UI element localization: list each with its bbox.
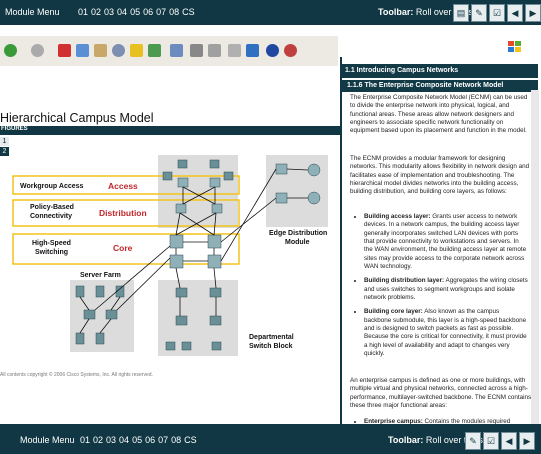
notes-icon[interactable]: ✎ (471, 4, 487, 22)
forward-icon[interactable] (31, 44, 44, 57)
edge-distribution-block (266, 155, 328, 227)
highspeed-label-1: High-Speed (32, 240, 71, 247)
forward-arrow-icon[interactable]: ▶ (519, 432, 535, 450)
layers-list: Building access layer: Grants user acces… (352, 213, 528, 365)
toolbar-label: Toolbar: (388, 435, 424, 445)
workgroup-access-label: Workgroup Access (20, 183, 84, 190)
campus-network-diagram: Workgroup Access Access Policy-Based Con… (12, 155, 328, 356)
forward-arrow-icon[interactable]: ▶ (525, 4, 541, 22)
policy-label-1: Policy-Based (30, 204, 74, 211)
chapter-links: 01 02 03 04 05 06 07 08 CS (78, 7, 198, 17)
glossary-icon[interactable]: ▤ (453, 4, 469, 22)
bullet-term: Building core layer: (364, 308, 423, 316)
edge-distribution-label-1: Edge Distribution (269, 230, 327, 237)
toolbar-icons: ✎ ☑ ◀ ▶ (465, 432, 535, 450)
chapter-link-04[interactable]: 04 (117, 7, 127, 17)
top-nav-bar: Module Menu 01 02 03 04 05 06 07 08 CS Toolbar: … (0, 0, 541, 25)
chapter-link-06[interactable]: 06 (145, 435, 155, 445)
chapter-link-06[interactable]: 06 (143, 7, 153, 17)
section-title: 1.1 Introducing Campus Networks (345, 67, 459, 74)
chapter-links: 01 02 03 04 05 06 07 08 CS (80, 435, 200, 445)
chapter-link-07[interactable]: 07 (158, 435, 168, 445)
server-farm-label: Server Farm (80, 272, 121, 279)
subsection-header: 1.1.6 The Enterprise Composite Network M… (340, 80, 538, 92)
windows-logo-icon (508, 40, 522, 52)
toolbar-icons: ▤ ✎ ☑ ◀ ▶ (453, 4, 541, 22)
bullet-text: Grants user access to network devices. I… (364, 213, 527, 271)
module-menu-link[interactable]: Module Menu (20, 435, 75, 445)
bluetooth-icon[interactable] (266, 44, 279, 57)
paragraph-3: An enterprise campus is defined as one o… (350, 377, 532, 410)
research-icon[interactable] (284, 44, 297, 57)
browser-toolbar (0, 36, 338, 67)
edge-distribution-label-2: Module (285, 239, 310, 246)
departmental-label-1: Departmental (249, 334, 294, 341)
chapter-link-07[interactable]: 07 (156, 7, 166, 17)
bottom-nav-bar: Module Menu 01 02 03 04 05 06 07 08 CS Toolbar: … (0, 424, 541, 454)
search-icon[interactable] (112, 44, 125, 57)
chapter-link-05[interactable]: 05 (132, 435, 142, 445)
chapter-link-02[interactable]: 02 (91, 7, 101, 17)
checklist-icon[interactable]: ☑ (489, 4, 505, 22)
chapter-link-08[interactable]: 08 (169, 7, 179, 17)
subsection-title: 1.1.6 The Enterprise Composite Network M… (347, 82, 504, 89)
list-item: Building access layer: Grants user acces… (364, 213, 528, 271)
chapter-link-01[interactable]: 01 (78, 7, 88, 17)
chapter-link-cs[interactable]: CS (184, 435, 197, 445)
list-item: Building distribution layer: Aggregates … (364, 277, 528, 302)
access-switch-block (158, 155, 238, 228)
chapter-link-05[interactable]: 05 (130, 7, 140, 17)
access-tag: Access (108, 181, 138, 191)
scrollbar[interactable] (531, 90, 539, 424)
paragraph-2: The ECNM provides a modular framework fo… (350, 155, 530, 196)
bullet-term: Building access layer: (364, 213, 431, 220)
chapter-link-cs[interactable]: CS (182, 7, 195, 17)
highspeed-label-2: Switching (35, 249, 68, 256)
paragraph-1: The Enterprise Composite Network Model (… (350, 94, 528, 135)
departmental-label-2: Switch Block (249, 343, 293, 350)
figure-title: Hierarchical Campus Model (0, 111, 154, 125)
history-icon[interactable] (148, 44, 161, 57)
list-item: Building core layer: Also known as the c… (364, 308, 528, 358)
bullet-term: Building distribution layer: (364, 277, 445, 285)
section-header: 1.1 Introducing Campus Networks (340, 64, 538, 78)
chapter-link-02[interactable]: 02 (93, 435, 103, 445)
favorites-icon[interactable] (130, 44, 143, 57)
messenger-icon[interactable] (246, 44, 259, 57)
module-menu-link[interactable]: Module Menu (5, 7, 60, 17)
figures-label: FIGURES (1, 126, 28, 132)
bullet-text: Also known as the campus backbone submod… (364, 308, 527, 358)
notes-icon[interactable]: ✎ (465, 432, 481, 450)
refresh-icon[interactable] (76, 44, 89, 57)
edit-icon[interactable] (208, 44, 221, 57)
figures-bar (0, 126, 340, 135)
print-icon[interactable] (190, 44, 203, 57)
back-icon[interactable] (4, 44, 17, 57)
back-arrow-icon[interactable]: ◀ (507, 4, 523, 22)
stop-icon[interactable] (58, 44, 71, 57)
home-icon[interactable] (94, 44, 107, 57)
back-arrow-icon[interactable]: ◀ (501, 432, 517, 450)
chapter-link-08[interactable]: 08 (171, 435, 181, 445)
toolbar-label: Toolbar: (378, 7, 414, 17)
discuss-icon[interactable] (228, 44, 241, 57)
mail-icon[interactable] (170, 44, 183, 57)
core-tag: Core (113, 243, 133, 253)
core-switch-icons (169, 234, 222, 269)
checklist-icon[interactable]: ☑ (483, 432, 499, 450)
chapter-link-03[interactable]: 03 (104, 7, 114, 17)
chapter-link-04[interactable]: 04 (119, 435, 129, 445)
chapter-link-03[interactable]: 03 (106, 435, 116, 445)
distribution-tag: Distribution (99, 208, 147, 218)
policy-label-2: Connectivity (30, 213, 72, 220)
copyright-text: All contents copyright © 2006 Cisco Syst… (0, 372, 153, 378)
chapter-link-01[interactable]: 01 (80, 435, 90, 445)
